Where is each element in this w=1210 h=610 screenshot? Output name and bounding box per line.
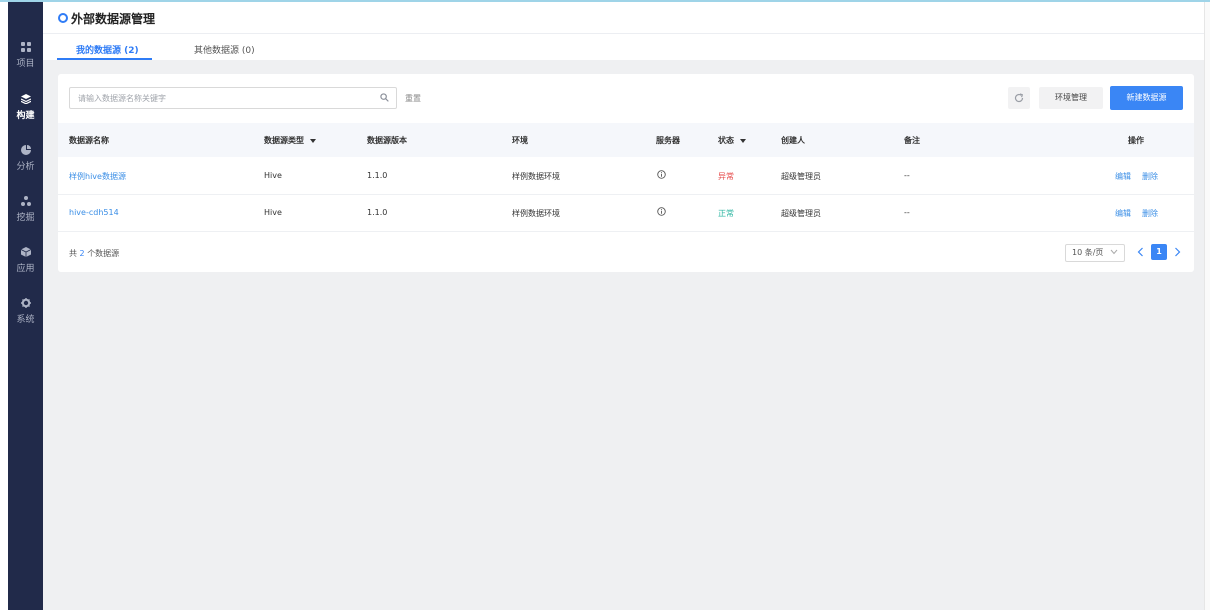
cell-env: 样例数据环境 bbox=[512, 172, 560, 181]
col-status[interactable]: 状态 bbox=[718, 135, 746, 146]
col-creator: 创建人 bbox=[781, 136, 805, 145]
cell-env: 样例数据环境 bbox=[512, 209, 560, 218]
prev-page-icon[interactable] bbox=[1137, 247, 1144, 257]
sidebar-item-label: 项目 bbox=[16, 59, 35, 69]
total-count-text: 共 2 个数据源 bbox=[69, 248, 119, 259]
tab-my-datasources[interactable]: 我的数据源 (2) bbox=[76, 43, 139, 56]
info-circle-icon[interactable] bbox=[657, 170, 666, 179]
next-page-icon[interactable] bbox=[1174, 247, 1181, 257]
cell-version: 1.1.0 bbox=[367, 171, 388, 180]
sidebar: 项目 构建 分析 挖掘 应用 系统 bbox=[8, 2, 43, 610]
tab-bar: 我的数据源 (2) 其他数据源 (0) bbox=[43, 34, 1204, 60]
total-suffix: 个数据源 bbox=[87, 249, 120, 258]
cell-type: Hive bbox=[264, 171, 282, 180]
datasource-card: 重置 环境管理 新建数据源 数据源名称 数据源类型 数据源版本 环境 服务器 状… bbox=[58, 74, 1194, 272]
delete-link[interactable]: 删除 bbox=[1142, 208, 1158, 219]
chevron-down-icon bbox=[1110, 249, 1118, 255]
page-number-current[interactable]: 1 bbox=[1151, 244, 1167, 260]
search-icon[interactable] bbox=[380, 93, 389, 102]
title-dot-icon bbox=[58, 13, 68, 23]
sidebar-item-build[interactable]: 构建 bbox=[8, 94, 43, 121]
reset-button[interactable]: 重置 bbox=[405, 93, 421, 104]
edit-link[interactable]: 编辑 bbox=[1115, 208, 1131, 219]
sidebar-item-mining[interactable]: 挖掘 bbox=[8, 196, 43, 223]
sidebar-item-label: 构建 bbox=[16, 111, 35, 121]
sort-caret-icon[interactable] bbox=[310, 138, 316, 143]
sidebar-item-label: 挖掘 bbox=[16, 213, 35, 223]
layers-icon bbox=[20, 94, 31, 104]
refresh-button[interactable] bbox=[1008, 87, 1030, 109]
datasource-name-link[interactable]: hive-cdh514 bbox=[69, 208, 119, 217]
search-box bbox=[69, 87, 397, 109]
status-badge: 异常 bbox=[718, 172, 734, 181]
col-status-label: 状态 bbox=[718, 136, 734, 145]
cell-note: -- bbox=[904, 171, 910, 180]
cell-type: Hive bbox=[264, 208, 282, 217]
col-env: 环境 bbox=[512, 136, 528, 145]
delete-link[interactable]: 删除 bbox=[1142, 171, 1158, 182]
grid-icon bbox=[20, 42, 31, 52]
sidebar-item-label: 应用 bbox=[16, 264, 35, 274]
col-type[interactable]: 数据源类型 bbox=[264, 135, 316, 146]
col-version: 数据源版本 bbox=[367, 136, 407, 145]
filter-caret-icon[interactable] bbox=[740, 138, 746, 143]
cell-creator: 超级管理员 bbox=[781, 172, 821, 181]
table-row: 样例hive数据源 Hive 1.1.0 样例数据环境 异常 超级管理员 -- … bbox=[58, 158, 1194, 195]
tab-other-datasources[interactable]: 其他数据源 (0) bbox=[194, 43, 255, 56]
sidebar-item-system[interactable]: 系统 bbox=[8, 298, 43, 325]
page-size-value: 10 条/页 bbox=[1072, 248, 1104, 257]
total-prefix: 共 bbox=[69, 249, 77, 258]
col-type-label: 数据源类型 bbox=[264, 136, 304, 145]
main-content: 外部数据源管理 我的数据源 (2) 其他数据源 (0) 重置 环境管理 新建数据… bbox=[43, 2, 1204, 610]
pie-chart-icon bbox=[20, 145, 31, 155]
cube-icon bbox=[20, 247, 31, 257]
nodes-icon bbox=[20, 196, 31, 206]
total-count: 2 bbox=[79, 249, 85, 258]
edit-link[interactable]: 编辑 bbox=[1115, 171, 1131, 182]
status-badge: 正常 bbox=[718, 209, 734, 218]
cell-note: -- bbox=[904, 208, 910, 217]
cell-creator: 超级管理员 bbox=[781, 209, 821, 218]
table-header: 数据源名称 数据源类型 数据源版本 环境 服务器 状态 创建人 备注 操作 bbox=[58, 123, 1194, 157]
search-input[interactable] bbox=[78, 91, 368, 105]
col-server: 服务器 bbox=[656, 136, 680, 145]
window-right-edge bbox=[1204, 2, 1210, 610]
new-datasource-button[interactable]: 新建数据源 bbox=[1110, 86, 1183, 110]
col-name: 数据源名称 bbox=[69, 136, 109, 145]
sidebar-item-label: 分析 bbox=[16, 162, 35, 172]
cell-version: 1.1.0 bbox=[367, 208, 388, 217]
refresh-icon bbox=[1014, 93, 1024, 103]
gear-icon bbox=[20, 298, 31, 308]
page-header: 外部数据源管理 bbox=[43, 2, 1204, 34]
sidebar-item-label: 系统 bbox=[16, 315, 35, 325]
info-circle-icon[interactable] bbox=[657, 207, 666, 216]
page-title: 外部数据源管理 bbox=[71, 12, 156, 26]
sidebar-item-project[interactable]: 项目 bbox=[8, 42, 43, 69]
col-actions: 操作 bbox=[1128, 136, 1144, 145]
datasource-name-link[interactable]: 样例hive数据源 bbox=[69, 171, 126, 182]
sidebar-item-analysis[interactable]: 分析 bbox=[8, 145, 43, 172]
env-manage-button[interactable]: 环境管理 bbox=[1039, 87, 1103, 109]
active-tab-indicator bbox=[57, 58, 152, 60]
page-size-select[interactable]: 10 条/页 bbox=[1065, 244, 1125, 262]
table-row: hive-cdh514 Hive 1.1.0 样例数据环境 正常 超级管理员 -… bbox=[58, 195, 1194, 232]
sidebar-item-app[interactable]: 应用 bbox=[8, 247, 43, 274]
col-note: 备注 bbox=[904, 136, 920, 145]
